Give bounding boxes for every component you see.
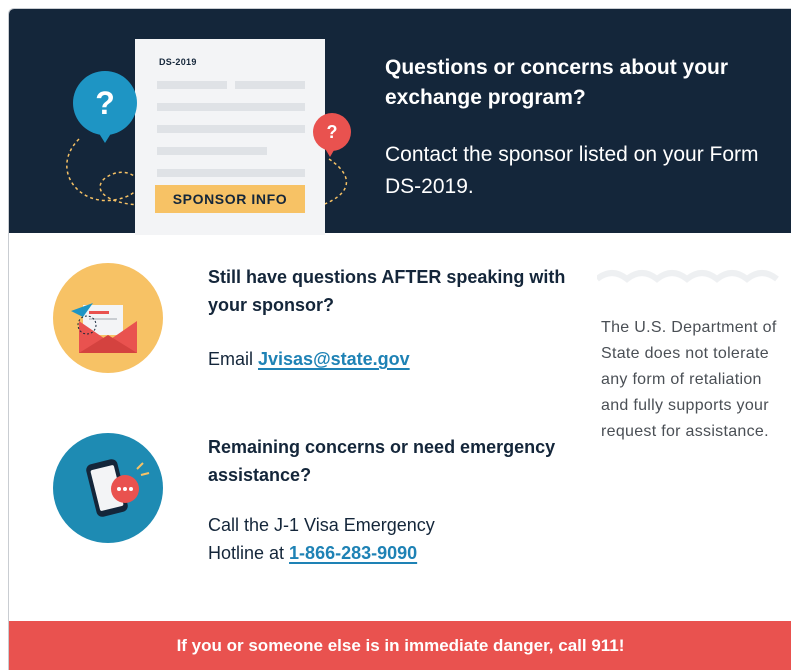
sponsor-info-badge: SPONSOR INFO [155, 185, 305, 213]
header-subtitle: Contact the sponsor listed on your Form … [385, 143, 759, 198]
hotline-line2: Hotline at 1-866-283-9090 [208, 539, 568, 567]
emergency-banner: If you or someone else is in immediate d… [9, 621, 791, 670]
question-bubble-small-icon: ? [313, 113, 351, 151]
form-line [157, 169, 305, 177]
hotline-phone-link[interactable]: 1-866-283-9090 [289, 543, 417, 563]
form-line [157, 147, 267, 155]
hotline-section-title: Remaining concerns or need emergency ass… [208, 437, 556, 485]
header-title: Questions or concerns about your exchang… [385, 56, 729, 109]
hotline-prefix: Hotline at [208, 543, 290, 563]
phone-illustration [86, 459, 150, 517]
retaliation-note: The U.S. Department of State does not to… [601, 319, 777, 440]
form-line [157, 103, 305, 111]
wave-decoration [597, 270, 779, 283]
email-prefix: Email [208, 349, 259, 369]
phone-icon [53, 433, 163, 543]
question-bubble-icon: ? [73, 71, 137, 135]
envelope-illustration [71, 303, 137, 353]
hotline-section-text: Call the J-1 Visa Emergency Hotline at 1… [208, 511, 568, 567]
envelope-icon [53, 263, 163, 373]
header-banner: DS-2019 SPONSOR INFO ? ? Questions or co… [9, 9, 791, 235]
form-label: DS-2019 [159, 57, 197, 67]
form-line [157, 81, 227, 89]
email-section-text: Email Jvisas@state.gov [208, 345, 568, 373]
form-line [157, 125, 305, 133]
hotline-line1: Call the J-1 Visa Emergency [208, 515, 435, 535]
info-card: DS-2019 SPONSOR INFO ? ? Questions or co… [8, 8, 791, 670]
email-link[interactable]: Jvisas@state.gov [258, 349, 410, 369]
form-line [235, 81, 305, 89]
email-section-title: Still have questions AFTER speaking with… [208, 267, 566, 315]
